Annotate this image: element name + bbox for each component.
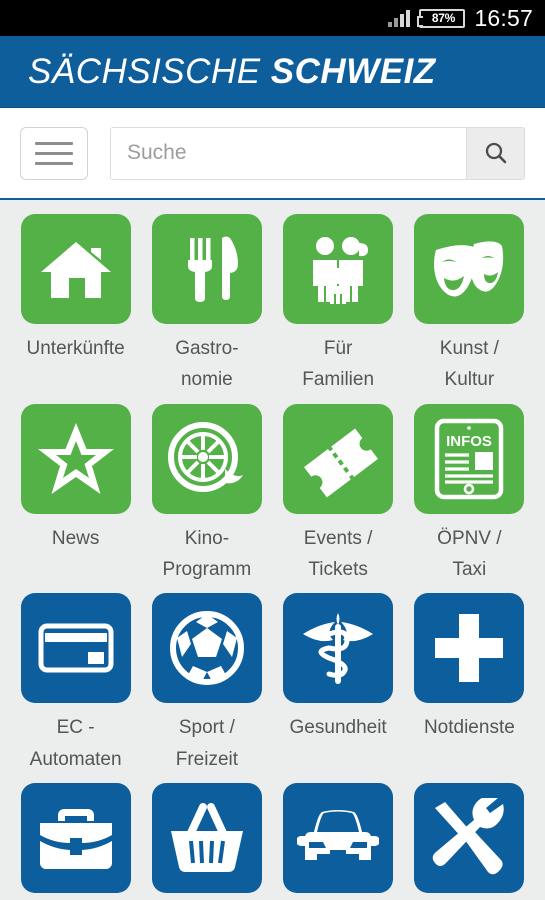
status-clock: 16:57	[474, 4, 533, 31]
film-reel-icon	[167, 421, 243, 492]
tile-unterkuenfte[interactable]: Unterkünfte	[10, 214, 141, 404]
ticket-icon	[304, 428, 379, 498]
basket-icon	[170, 803, 243, 873]
tile-sport-freizeit[interactable]: Sport / Freizeit	[141, 593, 272, 783]
page-title-bold: SCHWEIZ	[270, 51, 436, 91]
tile-label: Kunst / Kultur	[439, 338, 499, 391]
signal-bars-icon	[388, 9, 411, 27]
tile-label: Unterkünfte	[26, 338, 125, 359]
tile-notdienste[interactable]: Notdienste	[404, 593, 535, 783]
tile-label: Kino- Programm	[162, 527, 252, 581]
hamburger-menu-icon	[35, 161, 73, 165]
tile-icon-container	[20, 403, 131, 514]
tile-label: Sport / Freizeit	[175, 717, 239, 770]
page-title: SÄCHSISCHE SCHWEIZ	[28, 52, 436, 92]
app-title-bar: SÄCHSISCHE SCHWEIZ	[0, 36, 545, 108]
tile-events-tickets[interactable]: Events / Tickets	[273, 403, 404, 594]
page-title-light: SÄCHSISCHE	[28, 51, 261, 91]
tile-icon-container	[414, 214, 525, 324]
tile-icon-container	[151, 403, 262, 514]
category-grid: Unterkünfte Gastro- nomie Für Familien K…	[0, 200, 545, 900]
tile-label: Events / Tickets	[303, 527, 373, 581]
house-icon	[40, 242, 111, 298]
star-icon	[37, 422, 114, 494]
search-input[interactable]	[111, 127, 466, 179]
tile-icon-container	[151, 783, 262, 894]
tile-oepnv-taxi[interactable]: INFOS ÖPNV / Taxi	[404, 403, 535, 594]
tile-icon-container	[283, 593, 394, 704]
tile-icon-container	[151, 214, 262, 324]
tile-label: ÖPNV / Taxi	[437, 527, 502, 581]
tile-dienstleistungen[interactable]: Dienst	[10, 783, 141, 900]
tile-icon-container	[20, 214, 131, 324]
theater-masks-icon	[434, 241, 504, 297]
tile-icon-container	[151, 593, 262, 704]
car-icon	[297, 810, 380, 861]
tile-kunst-kultur[interactable]: Kunst / Kultur	[404, 214, 535, 404]
caduceus-icon	[303, 613, 374, 685]
search-submit-button[interactable]	[466, 127, 524, 179]
cross-icon	[435, 614, 504, 683]
search-bar	[0, 108, 545, 200]
soccer-ball-icon	[169, 611, 244, 686]
tile-icon-container	[20, 783, 131, 894]
hamburger-menu-icon	[35, 151, 73, 155]
family-icon	[313, 237, 369, 304]
tile-ec-automaten[interactable]: EC - Automaten	[10, 593, 141, 783]
tablet-infos-icon: INFOS	[435, 418, 504, 499]
tile-label: EC - Automaten	[29, 717, 122, 770]
tile-icon-container	[414, 783, 525, 894]
status-bar: 87% 16:57	[0, 0, 545, 36]
tile-label: Notdienste	[423, 717, 515, 739]
battery-percent-label: 87%	[431, 11, 455, 25]
tile-label: Für Familien	[302, 338, 375, 391]
tile-gesundheit[interactable]: Gesundheit	[273, 593, 404, 783]
tile-icon-container	[20, 593, 131, 704]
tile-fuer-familien[interactable]: Für Familien	[273, 214, 404, 404]
tile-icon-container	[283, 403, 394, 514]
search-icon	[485, 142, 506, 164]
briefcase-icon	[39, 809, 112, 870]
credit-card-icon	[38, 623, 114, 673]
hamburger-menu-icon	[35, 141, 73, 145]
tile-gastronomie[interactable]: Gastro- nomie	[141, 214, 272, 404]
tile-kino-programm[interactable]: Kino- Programm	[141, 403, 272, 594]
tile-news[interactable]: News	[10, 403, 141, 594]
tile-label: Gastro- nomie	[175, 338, 239, 391]
tile-icon-container: INFOS	[414, 403, 525, 514]
tile-icon-container	[414, 593, 525, 704]
tile-handwerk[interactable]: Handwerk	[404, 783, 535, 900]
search-field-wrapper	[110, 126, 525, 180]
tile-label: Gesundheit	[289, 717, 387, 739]
tile-icon-container	[283, 214, 394, 324]
cutlery-icon	[187, 236, 238, 302]
tile-auto[interactable]: Auto /	[273, 783, 404, 900]
hamburger-menu-button[interactable]	[20, 126, 88, 180]
battery-icon: 87%	[417, 8, 466, 28]
tools-icon	[433, 798, 505, 875]
tile-icon-container	[283, 783, 394, 894]
tile-label: News	[51, 527, 100, 549]
tile-einkaufen[interactable]: Einkaufen	[141, 783, 272, 900]
tablet-infos-text: INFOS	[446, 433, 492, 450]
